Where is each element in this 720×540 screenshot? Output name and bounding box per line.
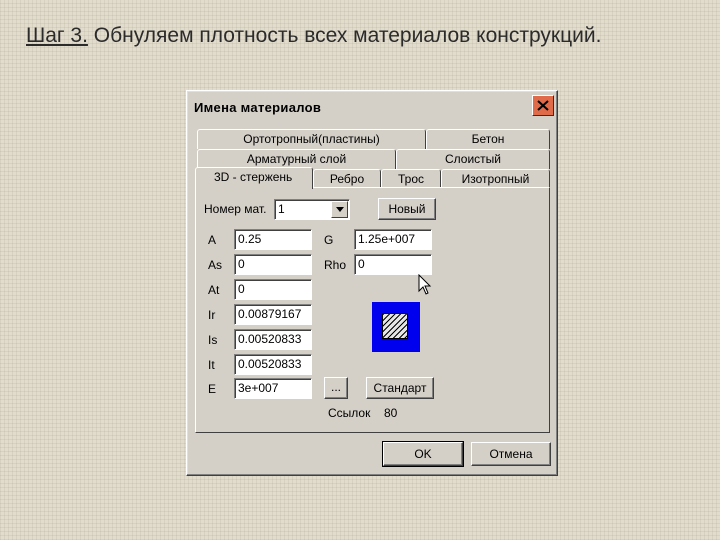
dialog-titlebar[interactable]: Имена материалов (190, 94, 554, 120)
g-field[interactable]: 1.25e+007 (354, 229, 432, 250)
dialog-title: Имена материалов (194, 100, 322, 115)
tab-layered[interactable]: Слоистый (396, 149, 550, 169)
at-field[interactable]: 0 (234, 279, 312, 300)
label-rho: Rho (324, 258, 347, 272)
it-field[interactable]: 0.00520833 (234, 354, 312, 375)
label-a: A (208, 233, 217, 247)
label-e: E (208, 382, 217, 396)
standard-button[interactable]: Стандарт (366, 377, 434, 399)
ellipsis-button[interactable]: ... (324, 377, 348, 399)
tab-concrete[interactable]: Бетон (426, 129, 550, 149)
label-at: At (208, 283, 220, 297)
dropdown-button[interactable] (331, 201, 348, 218)
close-button[interactable] (532, 95, 554, 116)
links-count: 80 (384, 406, 398, 420)
tab-3d-rod[interactable]: 3D - стержень (195, 167, 313, 189)
rho-field[interactable]: 0 (354, 254, 432, 275)
tab-rebar-layer[interactable]: Арматурный слой (197, 149, 396, 169)
cancel-button[interactable]: Отмена (471, 442, 551, 466)
slide-title: Шаг 3. Обнуляем плотность всех материало… (26, 24, 706, 48)
mouse-cursor-icon (418, 274, 432, 295)
e-field[interactable]: 3e+007 (234, 378, 312, 399)
tab-panel: Номер мат. 1 Новый A 0.25 As 0 At 0 Ir 0… (195, 187, 550, 433)
ok-button[interactable]: OK (382, 441, 464, 467)
tab-cable[interactable]: Трос (381, 169, 441, 189)
slide-step-label: Шаг 3. (26, 24, 88, 47)
slide-title-text: Обнуляем плотность всех материалов конст… (87, 24, 602, 47)
label-ir: Ir (208, 308, 216, 322)
tab-isotropic[interactable]: Изотропный (441, 169, 550, 189)
as-field[interactable]: 0 (234, 254, 312, 275)
ir-field[interactable]: 0.00879167 (234, 304, 312, 325)
links-label: Ссылок (328, 406, 371, 420)
tab-rib[interactable]: Ребро (313, 169, 381, 189)
close-icon (537, 100, 549, 111)
tab-orthotropic[interactable]: Ортотропный(пластины) (197, 129, 426, 149)
material-number-label: Номер мат. (204, 202, 267, 216)
new-button[interactable]: Новый (378, 198, 436, 220)
material-number-select[interactable]: 1 (274, 199, 350, 220)
materials-dialog: Имена материалов Ортотропный(пластины) Б… (186, 90, 558, 476)
is-field[interactable]: 0.00520833 (234, 329, 312, 350)
label-g: G (324, 233, 334, 247)
label-it: It (208, 358, 215, 372)
hatched-section-icon (382, 313, 408, 339)
material-number-value: 1 (278, 202, 285, 216)
cross-section-preview (372, 302, 420, 352)
label-is: Is (208, 333, 218, 347)
chevron-down-icon (336, 207, 344, 212)
label-as: As (208, 258, 223, 272)
a-field[interactable]: 0.25 (234, 229, 312, 250)
